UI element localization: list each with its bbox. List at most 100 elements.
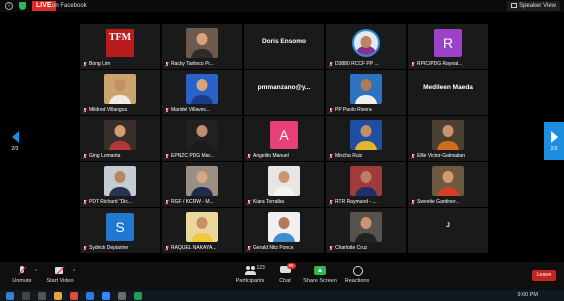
participant-tile[interactable]: A Angelito Manuel (244, 116, 324, 161)
participant-name: Racky Taritoco Pi... (171, 61, 214, 67)
app-icon[interactable] (118, 292, 126, 300)
participant-initial-avatar: R (434, 29, 462, 57)
next-page-button[interactable]: 2/3 (544, 122, 564, 160)
muted-mic-icon (165, 107, 169, 113)
participant-tile[interactable]: PP Paolo Rivera (326, 70, 406, 115)
reactions-button[interactable]: Reactions (337, 266, 377, 284)
chat-icon: 99 (279, 263, 296, 275)
participant-tile[interactable]: Mischa Ruiz (326, 116, 406, 161)
photo-head (442, 125, 454, 137)
photo-head (114, 79, 126, 91)
photo-body (109, 187, 131, 196)
muted-mic-icon (411, 61, 415, 67)
edge-icon[interactable] (86, 292, 94, 300)
participant-display-name: pmmanzano@y... (257, 84, 311, 91)
photo-body (191, 49, 213, 58)
participants-button[interactable]: 123 Participants (230, 265, 270, 284)
participant-tile[interactable]: Racky Taritoco Pi... (162, 24, 242, 69)
participants-label: Participants (235, 278, 265, 284)
participant-name: PP Paolo Rivera (335, 107, 372, 113)
participant-tile[interactable]: Kiara Torralba (244, 162, 324, 207)
muted-mic-icon (83, 61, 87, 67)
os-taskbar: 9:00 PM (0, 290, 564, 301)
participant-name-label: PDT Richard "Dic... (83, 199, 158, 205)
participant-name-label: Sweetie Gardiner... (411, 199, 486, 205)
participant-name-label: Racky Taritoco Pi... (165, 61, 240, 67)
muted-mic-icon (83, 199, 87, 205)
app-icon[interactable] (134, 292, 142, 300)
page-indicator-right: 2/3 (550, 146, 558, 152)
muted-mic-icon (329, 199, 333, 205)
participant-tile[interactable]: TFM Bong Lim (80, 24, 160, 69)
gallery-grid: TFM Bong Lim Racky Taritoco Pi... Doris Ens… (80, 24, 488, 253)
participant-name: Charlotte Cruz (335, 245, 368, 251)
file-explorer-icon[interactable] (54, 292, 62, 300)
participant-name-label: EPNZC PDG Mar... (165, 153, 240, 159)
participant-name: Ging Lomanta (89, 153, 121, 159)
participant-tile[interactable]: Charlotte Cruz (326, 208, 406, 253)
participant-photo (186, 74, 218, 104)
chevron-right-icon (550, 131, 558, 143)
participant-tile[interactable]: J (408, 208, 488, 253)
participant-tile[interactable]: Medileen Maeda (408, 70, 488, 115)
leave-button[interactable]: Leave (532, 270, 556, 281)
participant-name: RTR Raymund - ... (335, 199, 377, 205)
participant-name-label: Ellie Victor-Galmaitan (411, 153, 486, 159)
photo-head (114, 171, 126, 183)
participant-tile[interactable]: RGF / KCRW - M... (162, 162, 242, 207)
share-screen-button[interactable]: Share Screen (300, 266, 340, 284)
participant-name: Maridel Villaves... (171, 107, 211, 113)
participant-tile[interactable]: Ellie Victor-Galmaitan (408, 116, 488, 161)
reactions-icon (352, 266, 363, 276)
photo-head (360, 36, 372, 48)
photo-body (109, 95, 131, 104)
microphone-muted-icon (17, 266, 28, 275)
participant-name: PDT Richard "Dic... (89, 199, 133, 205)
participant-tile[interactable]: PDT Richard "Dic... (80, 162, 160, 207)
muted-mic-icon (329, 245, 333, 251)
participant-tile[interactable]: Doris Ensomo (244, 24, 324, 69)
chat-button[interactable]: 99 Chat (265, 263, 305, 284)
participant-tile[interactable]: Maridel Villaves... (162, 70, 242, 115)
participant-display-name: Doris Ensomo (261, 38, 307, 45)
participant-name: Gerald Nitz Ponce (253, 245, 294, 251)
start-menu-icon[interactable] (6, 292, 14, 300)
chrome-icon[interactable] (70, 292, 78, 300)
participant-tile[interactable]: R RPIC/PDG Raynal... (408, 24, 488, 69)
photo-body (355, 141, 377, 150)
muted-mic-icon (83, 153, 87, 159)
photo-head (196, 217, 208, 229)
video-options-caret[interactable]: ^ (73, 269, 75, 275)
task-view-icon[interactable] (38, 292, 46, 300)
audio-options-caret[interactable]: ^ (35, 269, 37, 275)
participant-photo (186, 120, 218, 150)
participant-tile[interactable]: D3880 RCCF PP ... (326, 24, 406, 69)
participant-tile[interactable]: Sweetie Gardiner... (408, 162, 488, 207)
participant-tile[interactable]: Mildred Villangca (80, 70, 160, 115)
page-indicator-left: 2/3 (11, 146, 19, 152)
search-icon[interactable] (22, 292, 30, 300)
participants-icon: 123 (244, 265, 265, 275)
participant-tile[interactable]: Gerald Nitz Ponce (244, 208, 324, 253)
participant-name: Ellie Victor-Galmaitan (417, 153, 465, 159)
photo-head (360, 125, 372, 137)
photo-body (355, 95, 377, 104)
participant-tile[interactable]: RAQUEL NAKAYA... (162, 208, 242, 253)
participant-tile[interactable]: pmmanzano@y... (244, 70, 324, 115)
muted-mic-icon (247, 199, 251, 205)
photo-body (437, 187, 459, 196)
photo-body (273, 233, 295, 242)
zoom-app-icon[interactable] (102, 292, 110, 300)
info-icon[interactable]: i (5, 2, 13, 10)
participant-tile[interactable]: Ging Lomanta (80, 116, 160, 161)
photo-body (109, 141, 131, 150)
previous-page-button[interactable]: 2/3 (8, 122, 22, 160)
participant-photo (268, 166, 300, 196)
participant-tile[interactable]: RTR Raymund - ... (326, 162, 406, 207)
participant-tile[interactable]: S Sydrick Depiarine (80, 208, 160, 253)
speaker-view-button[interactable]: Speaker View (507, 1, 560, 11)
video-off-icon (54, 266, 66, 275)
participant-name-label: Angelito Manuel (247, 153, 322, 159)
shield-icon[interactable] (19, 2, 26, 10)
participant-tile[interactable]: EPNZC PDG Mar... (162, 116, 242, 161)
